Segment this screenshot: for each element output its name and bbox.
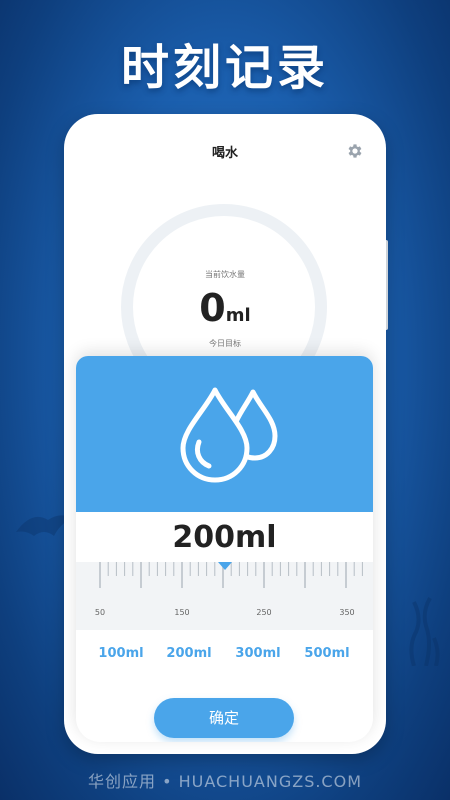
ruler-label: 50 <box>94 608 106 617</box>
ruler-ticks <box>99 562 363 588</box>
page-title: 喝水 <box>211 146 238 161</box>
watermark: 华创应用 • HUACHUANGZS.COM <box>87 772 363 791</box>
current-intake-label: 当前饮水量 <box>205 270 245 279</box>
seaweed-silhouette <box>409 597 440 666</box>
water-drops-icon <box>180 387 278 483</box>
add-water-sheet: 200ml 50 150 250 350 100ml 200ml 300ml 5… <box>76 356 373 742</box>
ruler-label: 150 <box>174 608 190 617</box>
current-intake-value: 0ml <box>64 286 386 330</box>
ruler-label: 350 <box>339 608 355 617</box>
preset-300ml-button[interactable]: 300ml <box>235 646 280 661</box>
current-intake-unit: ml <box>225 305 251 326</box>
ruler-indicator <box>218 562 232 570</box>
ruler-label: 250 <box>256 608 272 617</box>
amount-ruler[interactable]: 50 150 250 350 <box>76 562 373 630</box>
preset-200ml-button[interactable]: 200ml <box>166 646 211 661</box>
current-intake-number: 0 <box>199 286 226 330</box>
selected-amount: 200ml <box>172 520 277 555</box>
preset-100ml-button[interactable]: 100ml <box>98 646 143 661</box>
daily-target-label: 今日目标 <box>209 339 241 348</box>
gear-icon[interactable] <box>346 142 364 160</box>
preset-500ml-button[interactable]: 500ml <box>304 646 349 661</box>
confirm-button[interactable]: 确定 <box>154 698 294 738</box>
promo-headline: 时刻记录 <box>120 40 329 96</box>
sheet-header <box>76 356 373 512</box>
